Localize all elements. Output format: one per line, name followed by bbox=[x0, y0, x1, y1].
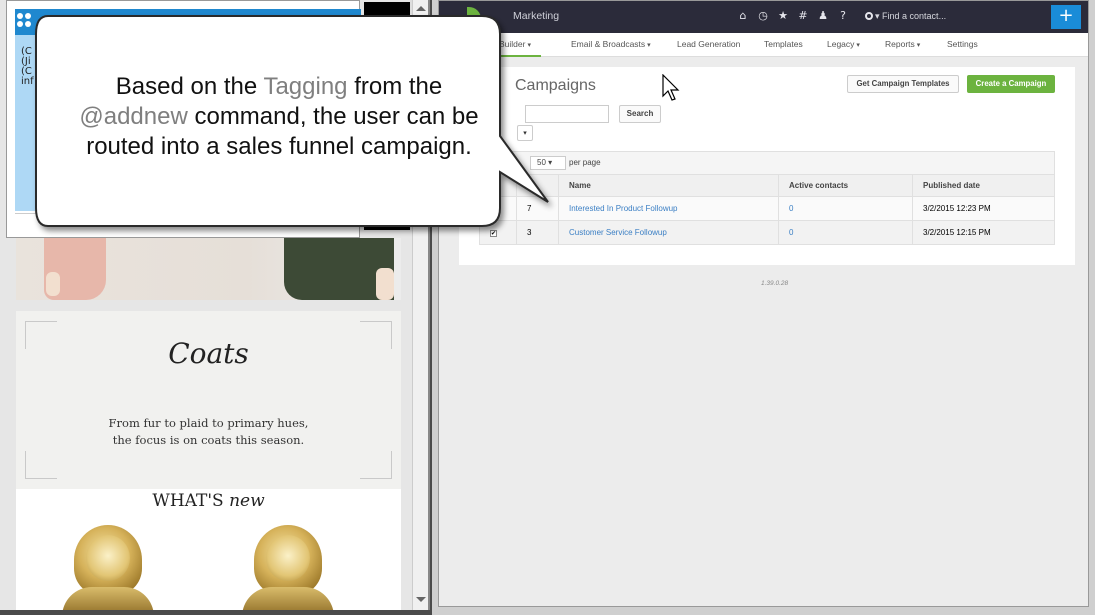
chevron-down-icon: ▾ bbox=[875, 11, 883, 21]
hash-icon[interactable]: # bbox=[797, 9, 809, 25]
header-name[interactable]: Name bbox=[558, 175, 778, 196]
top-icons: ⌂ ◷ ★ # ♟ ? bbox=[737, 9, 849, 25]
scroll-down-icon[interactable] bbox=[416, 597, 426, 602]
whats-new-section: WHAT'S new bbox=[16, 489, 401, 610]
table-grid: Name Active contacts Published date 7 In… bbox=[480, 174, 1054, 244]
coats-description: From fur to plaid to primary hues, the f… bbox=[16, 415, 401, 449]
table-row[interactable]: 7 Interested In Product Followup 0 3/2/2… bbox=[480, 196, 1054, 220]
callout-line-2: @addnew command, the user can be bbox=[79, 103, 479, 130]
per-page-label: per page bbox=[569, 158, 601, 167]
find-contact-search[interactable]: ▾ Find a contact... bbox=[865, 7, 1015, 27]
header-published-date[interactable]: Published date bbox=[912, 175, 1054, 196]
callout-text: Based on the Tagging from the @addnew co… bbox=[44, 72, 514, 162]
star-icon[interactable]: ★ bbox=[777, 9, 789, 25]
callout-highlight-tagging: Tagging bbox=[263, 73, 348, 100]
create-campaign-button[interactable]: Create a Campaign bbox=[967, 75, 1055, 93]
chevron-down-icon: ▾ bbox=[916, 42, 921, 49]
callout-line-3: routed into a sales funnel campaign. bbox=[86, 133, 472, 160]
quick-add-button[interactable]: + bbox=[1051, 5, 1081, 29]
callout-line-1: Based on the Tagging from the bbox=[115, 73, 443, 100]
active-contacts-link[interactable]: 0 bbox=[778, 197, 912, 220]
header-active-contacts[interactable]: Active contacts bbox=[778, 175, 912, 196]
nav-lead-generation[interactable]: Lead Generation bbox=[677, 39, 740, 49]
whats-new-suffix: new bbox=[229, 491, 265, 511]
callout-highlight-addnew: @addnew bbox=[79, 103, 188, 130]
nav-reports-label: Reports bbox=[885, 39, 915, 49]
published-date: 3/2/2015 12:15 PM bbox=[912, 221, 1054, 244]
scroll-up-icon[interactable] bbox=[416, 6, 426, 11]
mouse-cursor-icon bbox=[662, 74, 680, 101]
whats-new-title: WHAT'S new bbox=[16, 491, 401, 511]
table-row[interactable]: ✔ 3 Customer Service Followup 0 3/2/2015… bbox=[480, 220, 1054, 244]
search-icon bbox=[865, 12, 873, 20]
product-bottle-image[interactable] bbox=[242, 525, 334, 610]
table-header-row: Name Active contacts Published date bbox=[480, 174, 1054, 196]
find-contact-placeholder: Find a contact... bbox=[882, 11, 947, 21]
version-label: 1.39.0.28 bbox=[761, 280, 789, 287]
nav-reports[interactable]: Reports ▾ bbox=[885, 39, 920, 49]
get-campaign-templates-button[interactable]: Get Campaign Templates bbox=[847, 75, 959, 93]
campaign-name-link[interactable]: Customer Service Followup bbox=[558, 221, 778, 244]
coats-photo bbox=[16, 238, 401, 300]
help-icon[interactable]: ? bbox=[837, 9, 849, 25]
campaign-name-link[interactable]: Interested In Product Followup bbox=[558, 197, 778, 220]
chevron-down-icon: ▾ bbox=[647, 42, 651, 49]
nav-templates[interactable]: Templates bbox=[764, 39, 803, 49]
nav-email-label: Email & Broadcasts bbox=[571, 39, 646, 49]
nav-legacy-label: Legacy bbox=[827, 39, 855, 49]
whats-new-prefix: WHAT'S bbox=[152, 491, 224, 511]
nav-settings[interactable]: Settings bbox=[947, 39, 978, 49]
clock-icon[interactable]: ◷ bbox=[757, 9, 769, 25]
coats-title: Coats bbox=[168, 337, 249, 370]
nav-email-broadcasts[interactable]: Email & Broadcasts ▾ bbox=[571, 39, 651, 49]
coats-card[interactable]: Coats From fur to plaid to primary hues,… bbox=[16, 311, 401, 489]
coats-desc-line: From fur to plaid to primary hues, bbox=[108, 416, 309, 430]
home-icon[interactable]: ⌂ bbox=[737, 9, 749, 25]
active-contacts-link[interactable]: 0 bbox=[778, 221, 912, 244]
product-bottle-image[interactable] bbox=[62, 525, 154, 610]
coats-desc-line: the focus is on coats this season. bbox=[112, 433, 305, 447]
nav-legacy[interactable]: Legacy ▾ bbox=[827, 39, 860, 49]
person-icon[interactable]: ♟ bbox=[817, 9, 829, 25]
campaigns-table: 50 ▾ per page Name Active contacts Publis… bbox=[479, 151, 1055, 245]
published-date: 3/2/2015 12:23 PM bbox=[912, 197, 1054, 220]
chevron-down-icon: ▾ bbox=[856, 42, 860, 49]
search-button[interactable]: Search bbox=[619, 105, 661, 123]
